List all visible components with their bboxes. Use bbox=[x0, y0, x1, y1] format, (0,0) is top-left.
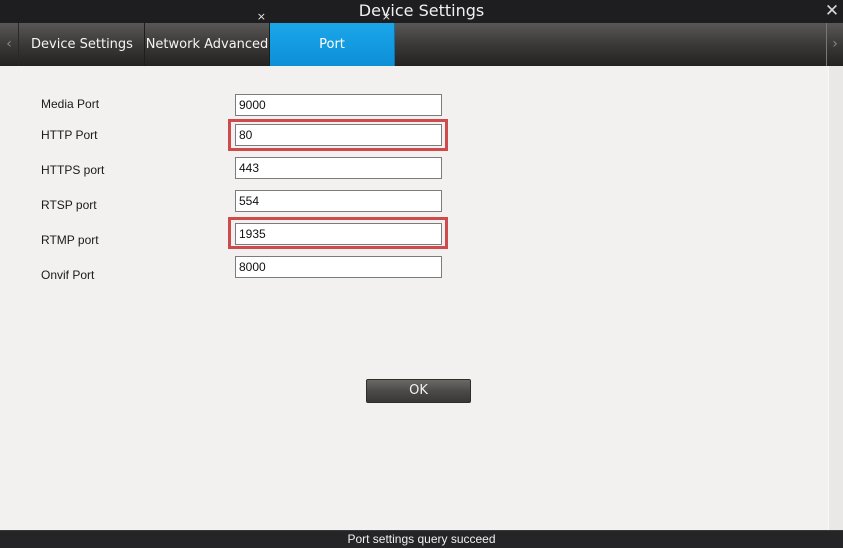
tab-label: Port bbox=[319, 37, 345, 52]
chevron-left-icon[interactable]: ‹ bbox=[0, 23, 19, 66]
close-icon[interactable]: × bbox=[257, 9, 266, 25]
http-port-label: HTTP Port bbox=[41, 128, 98, 142]
media-port-label: Media Port bbox=[41, 97, 100, 111]
close-icon[interactable]: ✕ bbox=[823, 0, 841, 22]
onvif-port-label: Onvif Port bbox=[41, 268, 95, 282]
status-message: Port settings query succeed bbox=[347, 532, 496, 546]
chevron-right-icon[interactable]: › bbox=[826, 23, 843, 66]
device-settings-window: Device Settings ✕ ‹ Device Settings × Ne… bbox=[0, 0, 843, 548]
https-port-input[interactable] bbox=[235, 157, 442, 179]
ok-button[interactable]: OK bbox=[366, 379, 471, 403]
window-title: Device Settings bbox=[358, 1, 485, 20]
close-icon[interactable]: × bbox=[382, 9, 391, 25]
tab-port[interactable]: × Port bbox=[270, 10, 395, 66]
rtsp-port-label: RTSP port bbox=[41, 198, 97, 212]
tab-bar: ‹ Device Settings × Network Advanced × P… bbox=[0, 10, 843, 66]
tab-label: Device Settings bbox=[31, 37, 133, 52]
status-bar: Port settings query succeed bbox=[0, 530, 843, 548]
rtmp-port-input[interactable] bbox=[235, 223, 442, 245]
media-port-input[interactable] bbox=[235, 94, 442, 116]
tab-label: Network Advanced bbox=[145, 37, 269, 52]
rtsp-port-input[interactable] bbox=[235, 190, 442, 212]
onvif-port-input[interactable] bbox=[235, 256, 442, 278]
port-settings-panel: Media Port HTTP Port HTTPS port RTSP por… bbox=[0, 66, 828, 530]
tab-network-advanced[interactable]: × Network Advanced bbox=[145, 10, 270, 66]
side-panel-edge bbox=[828, 66, 843, 530]
http-port-input[interactable] bbox=[235, 124, 442, 146]
tab-device-settings[interactable]: Device Settings bbox=[20, 23, 145, 66]
https-port-label: HTTPS port bbox=[41, 163, 105, 177]
rtmp-port-label: RTMP port bbox=[41, 233, 99, 247]
title-bar: Device Settings ✕ bbox=[0, 0, 843, 23]
